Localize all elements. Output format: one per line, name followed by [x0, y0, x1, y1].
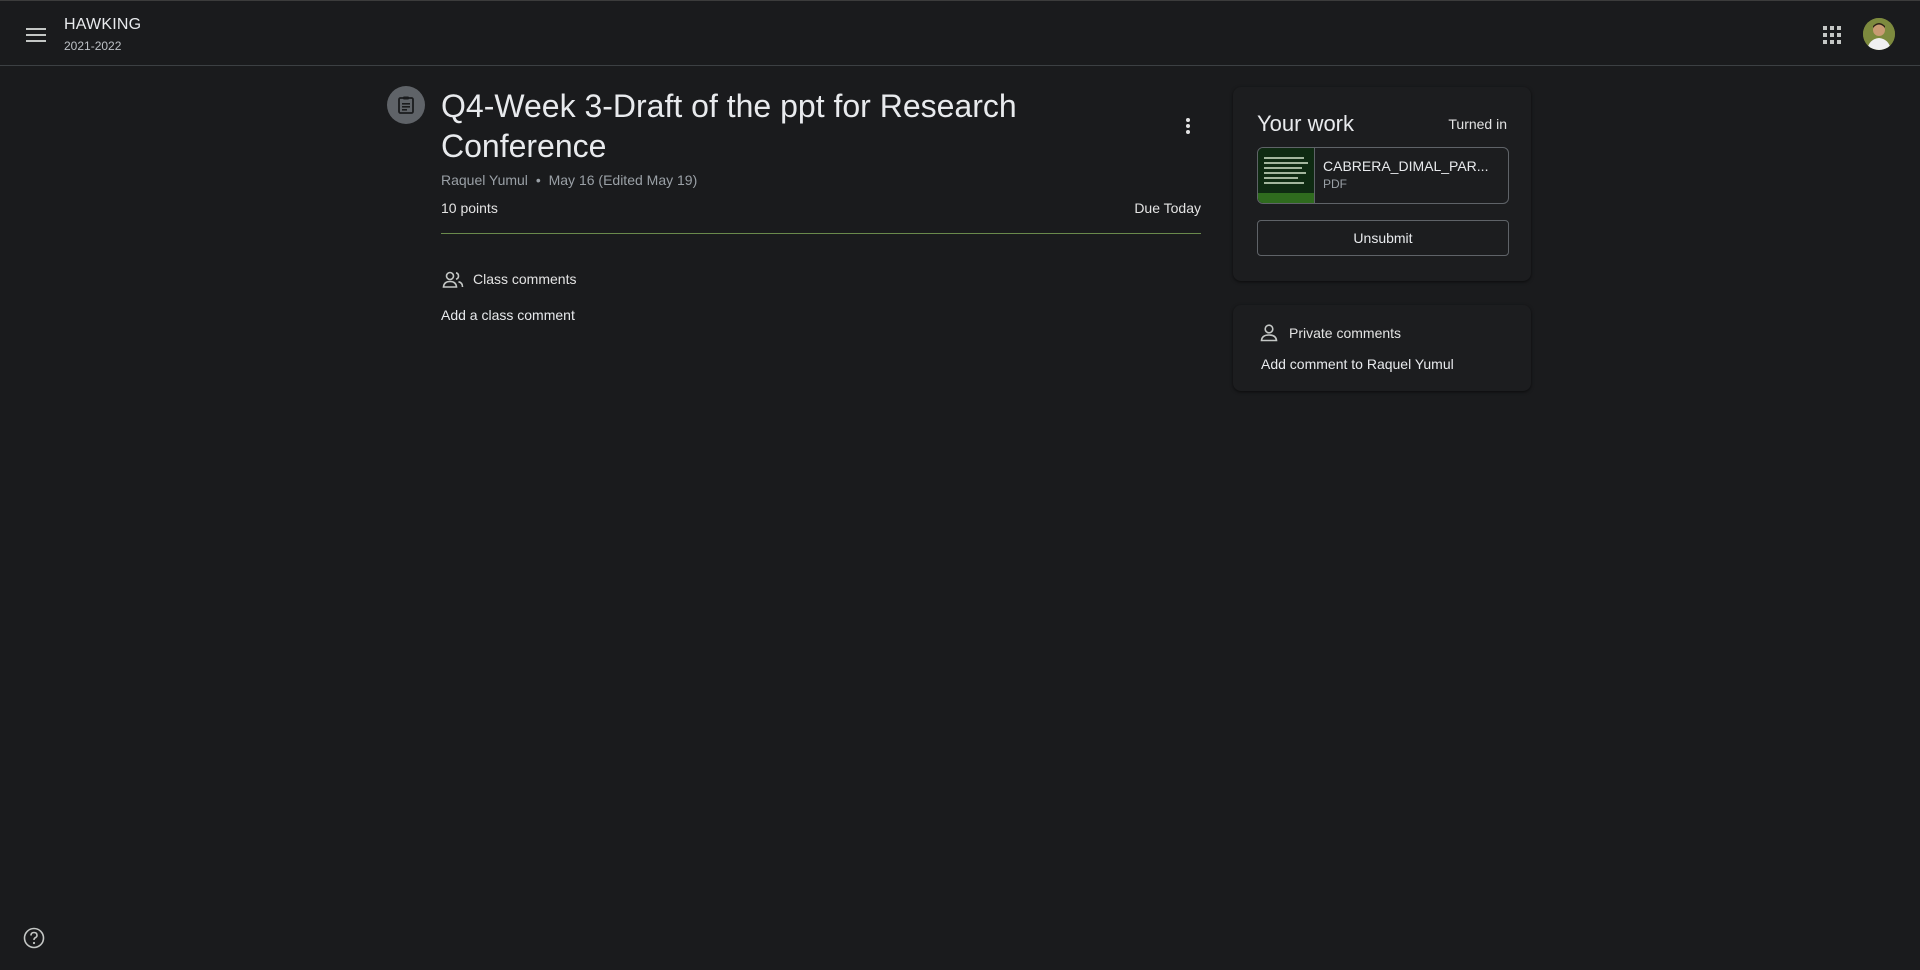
- private-comments-card: Private comments Add comment to Raquel Y…: [1233, 305, 1531, 391]
- assignment-points: 10 points: [441, 200, 498, 216]
- your-work-card: Your work Turned in CABRERA_DIMAL_PAR...…: [1233, 87, 1531, 281]
- hamburger-menu-button[interactable]: [16, 15, 56, 55]
- header-divider: [441, 233, 1201, 234]
- assignment-icon: [387, 86, 425, 124]
- class-section: 2021-2022: [64, 39, 122, 53]
- submission-status: Turned in: [1448, 116, 1507, 132]
- class-name[interactable]: HAWKING: [64, 16, 141, 34]
- unsubmit-button[interactable]: Unsubmit: [1257, 220, 1509, 256]
- user-avatar[interactable]: [1863, 18, 1895, 50]
- top-app-bar: HAWKING 2021-2022: [0, 0, 1920, 66]
- help-icon: [23, 927, 45, 949]
- google-apps-button[interactable]: [1812, 15, 1852, 55]
- hamburger-menu-icon: [26, 28, 46, 42]
- attachment-item[interactable]: CABRERA_DIMAL_PAR... PDF: [1257, 147, 1509, 204]
- attachment-type: PDF: [1323, 177, 1347, 191]
- add-class-comment-link[interactable]: Add a class comment: [441, 307, 575, 323]
- assignment-author: Raquel Yumul: [441, 172, 528, 188]
- private-comments-label: Private comments: [1289, 325, 1402, 341]
- add-private-comment-link[interactable]: Add comment to Raquel Yumul: [1261, 356, 1454, 372]
- meta-separator: •: [535, 172, 541, 188]
- class-comments-label: Class comments: [473, 271, 577, 287]
- your-work-title: Your work: [1257, 111, 1355, 136]
- attachment-name: CABRERA_DIMAL_PAR...: [1323, 158, 1489, 174]
- assignment-title: Q4-Week 3-Draft of the ppt for Research …: [441, 88, 1017, 164]
- more-vert-icon: [1186, 118, 1190, 134]
- google-apps-grid-icon: [1823, 26, 1841, 44]
- person-icon: [1260, 324, 1278, 342]
- people-icon: [442, 271, 464, 288]
- attachment-thumbnail: [1258, 148, 1315, 203]
- avatar-image: [1863, 18, 1895, 50]
- assignment-date: May 16 (Edited May 19): [548, 172, 698, 188]
- assignment-meta: Raquel Yumul • May 16 (Edited May 19): [441, 172, 697, 188]
- more-options-button[interactable]: [1172, 110, 1204, 142]
- assignment-due-date: Due Today: [1134, 200, 1201, 216]
- help-button[interactable]: [20, 924, 48, 952]
